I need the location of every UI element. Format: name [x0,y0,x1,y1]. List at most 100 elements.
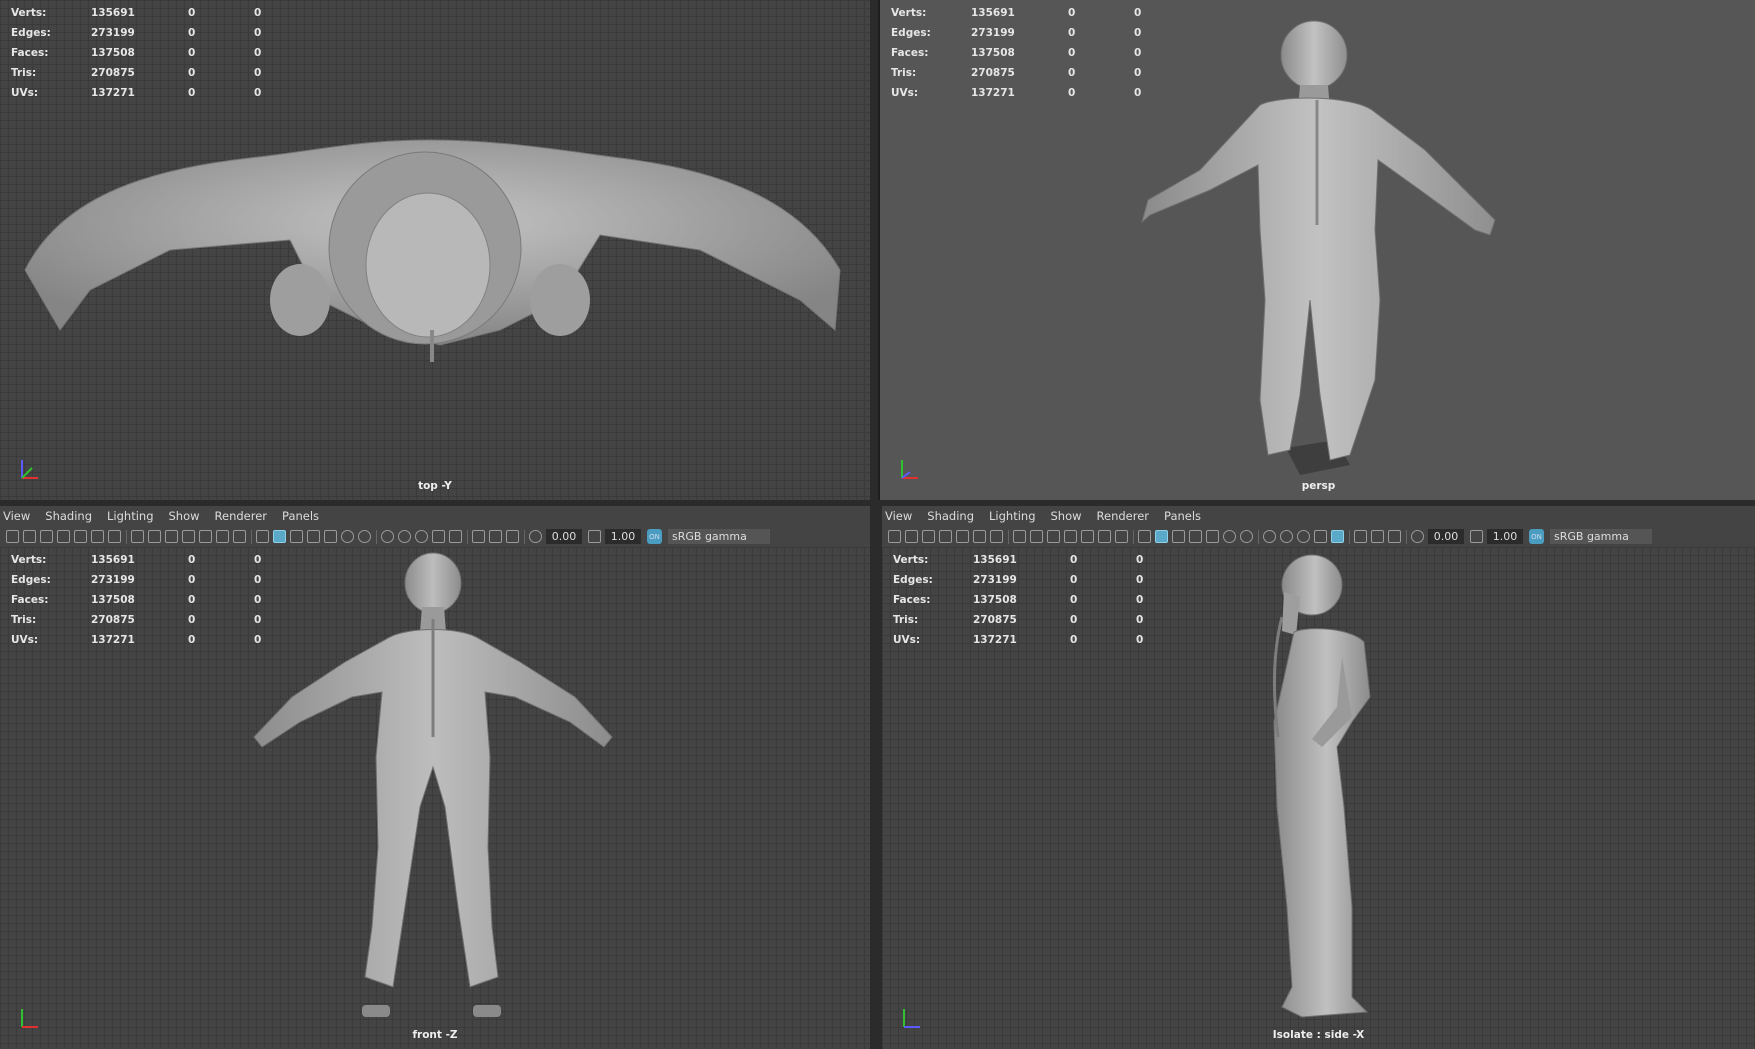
depth-of-field-icon[interactable] [1314,530,1327,543]
safe-title-icon[interactable] [1115,530,1128,543]
camera-lock-icon[interactable] [922,530,935,543]
pan-zoom-icon[interactable] [91,530,104,543]
panel-header-side: View Shading Lighting Show Renderer Pane… [882,506,1755,547]
exposure-icon[interactable] [1411,530,1424,543]
color-management-icon[interactable]: ON [647,529,662,544]
bookmark-icon[interactable] [939,530,952,543]
axis-gizmo-icon [21,1009,38,1028]
menu-lighting[interactable]: Lighting [107,509,153,523]
hud-row-verts: Verts: 135691 0 0 [891,7,1142,19]
isolate-select-icon[interactable] [449,530,462,543]
view-transform-select[interactable]: sRGB gamma [668,529,770,544]
smooth-shade-icon[interactable] [1155,530,1168,543]
hud-row-uvs: UVs: 137271 0 0 [893,634,1144,646]
textured-icon[interactable] [1206,530,1219,543]
anti-alias-icon[interactable] [415,530,428,543]
xray-icon[interactable] [1354,530,1367,543]
motion-blur-icon[interactable] [1280,530,1293,543]
lighting-icon[interactable] [1223,530,1236,543]
menu-view[interactable]: View [3,509,30,523]
viewport-side[interactable]: Verts: 135691 0 0 Edges: 273199 0 0 Faces: 1375… [882,547,1755,1049]
xray-active-icon[interactable] [1371,530,1384,543]
menu-view[interactable]: View [885,509,912,523]
grease-pencil-icon[interactable] [990,530,1003,543]
wireframe-icon[interactable] [256,530,269,543]
menu-shading[interactable]: Shading [927,509,974,523]
gate-mask-icon[interactable] [1064,530,1077,543]
viewport-front[interactable]: Verts: 135691 0 0 Edges: 273199 0 0 Faces: 1375… [0,547,870,1049]
safe-title-icon[interactable] [233,530,246,543]
menu-shading[interactable]: Shading [45,509,92,523]
hud-row-edges: Edges: 273199 0 0 [891,27,1142,39]
camera-lock-icon[interactable] [40,530,53,543]
textured-icon[interactable] [324,530,337,543]
xray-joints-icon[interactable] [1388,530,1401,543]
bookmark-icon[interactable] [57,530,70,543]
image-plane-icon[interactable] [74,530,87,543]
hud-poly-count: Verts: 135691 0 0 Edges: 273199 0 0 Faces: 1375… [891,3,1164,103]
wireframe-on-shaded-icon[interactable] [1189,530,1202,543]
xray-icon[interactable] [472,530,485,543]
menu-show[interactable]: Show [169,509,200,523]
axis-gizmo-icon [901,460,918,479]
anti-alias-icon[interactable] [1297,530,1310,543]
film-gate-icon[interactable] [148,530,161,543]
gate-mask-icon[interactable] [182,530,195,543]
resolution-gate-icon[interactable] [165,530,178,543]
panel-menubar: View Shading Lighting Show Renderer Pane… [0,506,870,526]
menu-renderer[interactable]: Renderer [215,509,268,523]
default-material-icon[interactable] [1172,530,1185,543]
hud-row-uvs: UVs: 137271 0 0 [891,87,1142,99]
menu-panels[interactable]: Panels [282,509,319,523]
camera-attr-icon[interactable] [23,530,36,543]
default-material-icon[interactable] [290,530,303,543]
lighting-icon[interactable] [341,530,354,543]
safe-action-icon[interactable] [216,530,229,543]
menu-renderer[interactable]: Renderer [1097,509,1150,523]
camera-attr-icon[interactable] [905,530,918,543]
shadows-icon[interactable] [358,530,371,543]
field-chart-icon[interactable] [199,530,212,543]
exposure-icon[interactable] [529,530,542,543]
field-chart-icon[interactable] [1081,530,1094,543]
hud-row-edges: Edges: 273199 0 0 [11,27,262,39]
isolate-select-icon[interactable] [1331,530,1344,543]
ambient-occlusion-icon[interactable] [381,530,394,543]
view-transform-select[interactable]: sRGB gamma [1550,529,1652,544]
grease-pencil-icon[interactable] [108,530,121,543]
camera-icon[interactable] [888,530,901,543]
depth-of-field-icon[interactable] [432,530,445,543]
smooth-shade-icon[interactable] [273,530,286,543]
gamma-field[interactable]: 1.00 [1487,529,1523,544]
menu-lighting[interactable]: Lighting [989,509,1035,523]
grid-icon[interactable] [1013,530,1026,543]
toolbar-separator [376,529,377,544]
menu-show[interactable]: Show [1051,509,1082,523]
wireframe-icon[interactable] [1138,530,1151,543]
viewport-top[interactable]: Verts: 135691 0 0 Edges: 273199 0 0 Faces: 1375… [0,0,870,500]
resolution-gate-icon[interactable] [1047,530,1060,543]
color-management-icon[interactable]: ON [1529,529,1544,544]
exposure-field[interactable]: 0.00 [1428,529,1464,544]
gamma-field[interactable]: 1.00 [605,529,641,544]
toolbar-separator [126,529,127,544]
wireframe-on-shaded-icon[interactable] [307,530,320,543]
toolbar-separator [524,529,525,544]
motion-blur-icon[interactable] [398,530,411,543]
pan-zoom-icon[interactable] [973,530,986,543]
viewport-label-front: front -Z [412,1029,458,1041]
camera-icon[interactable] [6,530,19,543]
image-plane-icon[interactable] [956,530,969,543]
menu-panels[interactable]: Panels [1164,509,1201,523]
safe-action-icon[interactable] [1098,530,1111,543]
ambient-occlusion-icon[interactable] [1263,530,1276,543]
shadows-icon[interactable] [1240,530,1253,543]
xray-joints-icon[interactable] [506,530,519,543]
xray-active-icon[interactable] [489,530,502,543]
grid-icon[interactable] [131,530,144,543]
gamma-icon[interactable] [1470,530,1483,543]
exposure-field[interactable]: 0.00 [546,529,582,544]
viewport-persp[interactable]: Verts: 135691 0 0 Edges: 273199 0 0 Faces: 1375… [878,0,1755,500]
gamma-icon[interactable] [588,530,601,543]
film-gate-icon[interactable] [1030,530,1043,543]
